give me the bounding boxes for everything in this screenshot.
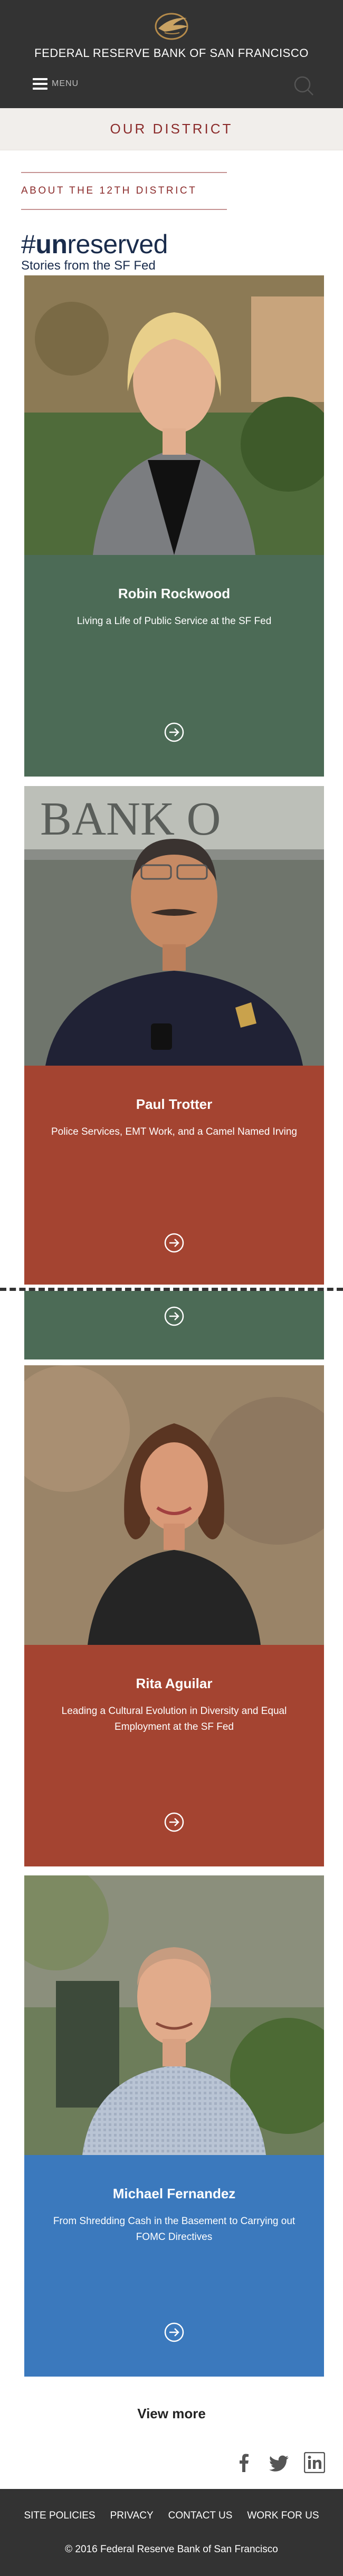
story-name[interactable]: Robin Rockwood [24,555,324,602]
story-blurb: Living a Life of Public Service at the S… [77,616,272,627]
portrait-photo [24,275,324,555]
story-panel: Rita Aguilar Leading a Cultural Evolutio… [24,1645,324,1866]
story-panel: Michael Fernandez From Shredding Cash in… [24,2155,324,2377]
menu-label: MENU [52,79,79,88]
story-panel-fragment [24,1291,324,1359]
arrow-right-circle-icon[interactable] [164,2322,185,2343]
svg-text:BANK O: BANK O [40,793,221,845]
story-card-paul-trotter[interactable]: BANK O Paul Trotter Police Services, EMT… [24,786,324,1285]
footer-link-work-for-us[interactable]: WORK FOR US [247,2510,319,2522]
site-title[interactable]: FEDERAL RESERVE BANK OF SAN FRANCISCO [0,46,343,60]
hamburger-icon [33,78,47,90]
linkedin-icon[interactable] [304,2452,325,2473]
facebook-icon[interactable] [233,2452,254,2473]
portrait-photo: BANK O [24,786,324,1066]
story-blurb: From Shredding Cash in the Basement to C… [53,2216,296,2243]
story-panel: Robin Rockwood Living a Life of Public S… [24,555,324,777]
arrow-right-circle-icon[interactable] [164,1812,185,1833]
copyright-text: © 2016 Federal Reserve Bank of San Franc… [65,2544,278,2555]
unreserved-title: #unreserved [21,230,168,258]
search-icon[interactable] [293,75,314,96]
story-blurb: Police Services, EMT Work, and a Camel N… [51,1126,298,1137]
site-header: FEDERAL RESERVE BANK OF SAN FRANCISCO ME… [0,0,343,108]
menu-button[interactable]: MENU [33,78,79,90]
portrait-photo [24,1365,324,1645]
site-footer: SITE POLICIES PRIVACY CONTACT US WORK FO… [0,2489,343,2576]
arrow-right-circle-icon[interactable] [164,722,185,743]
our-district-banner[interactable]: OUR DISTRICT [0,108,343,150]
story-card-robin-rockwood[interactable]: Robin Rockwood Living a Life of Public S… [24,275,324,777]
story-blurb: Leading a Cultural Evolution in Diversit… [61,1706,287,1732]
footer-link-privacy[interactable]: PRIVACY [110,2510,154,2522]
page: FEDERAL RESERVE BANK OF SAN FRANCISCO ME… [0,0,343,2576]
story-name[interactable]: Paul Trotter [24,1066,324,1113]
story-panel: Paul Trotter Police Services, EMT Work, … [24,1066,324,1285]
twitter-icon[interactable] [269,2452,290,2473]
title-hash: # [21,229,36,259]
unreserved-subtitle: Stories from the SF Fed [21,258,156,273]
title-reserved: reserved [67,229,168,259]
eagle-logo-icon[interactable] [149,9,194,42]
view-more-link[interactable]: View more [0,2406,343,2422]
arrow-right-circle-icon[interactable] [164,1232,185,1253]
story-name[interactable]: Michael Fernandez [24,2155,324,2202]
footer-link-site-policies[interactable]: SITE POLICIES [24,2510,95,2522]
arrow-right-circle-icon[interactable] [164,1306,185,1327]
story-card-michael-fernandez[interactable]: Michael Fernandez From Shredding Cash in… [24,1875,324,2377]
story-card-rita-aguilar[interactable]: Rita Aguilar Leading a Cultural Evolutio… [24,1365,324,1866]
title-un: un [35,229,68,259]
story-name[interactable]: Rita Aguilar [24,1645,324,1692]
portrait-photo [24,1875,324,2155]
footer-links: SITE POLICIES PRIVACY CONTACT US WORK FO… [0,2510,343,2522]
footer-link-contact-us[interactable]: CONTACT US [168,2510,233,2522]
about-12th-district-link[interactable]: ABOUT THE 12TH DISTRICT [21,172,227,210]
